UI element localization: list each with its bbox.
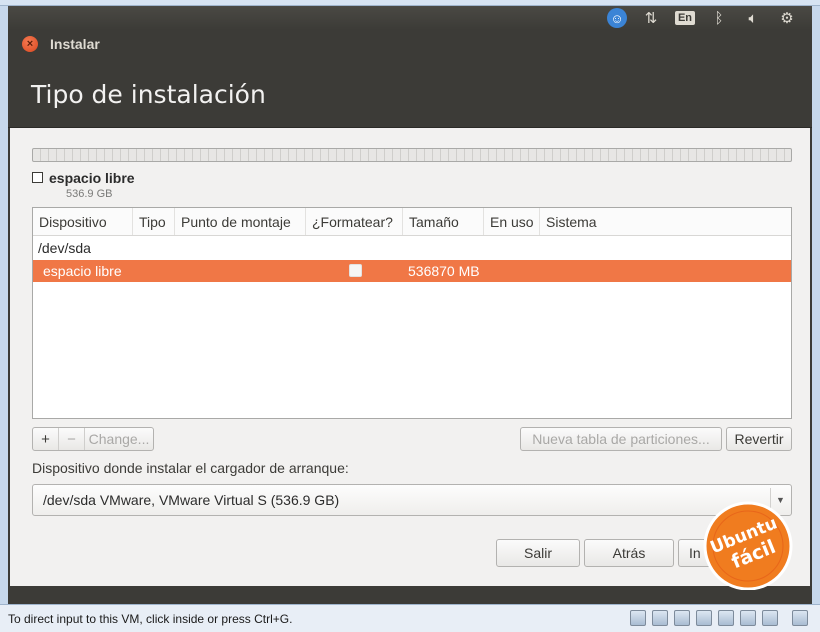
cell-size: 536870 MB [408, 263, 480, 279]
close-icon[interactable]: × [22, 36, 38, 52]
column-in-use[interactable]: En uso [484, 208, 540, 235]
legend-name: espacio libre [49, 170, 135, 186]
hard-disk-icon[interactable] [630, 610, 646, 626]
vm-frame: ☺ ⇅ En ᛒ 🔈︎ ⚙ × Instalar Tipo de instala… [0, 0, 820, 632]
ubuntu-top-panel: ☺ ⇅ En ᛒ 🔈︎ ⚙ [8, 6, 812, 30]
keyboard-layout-icon[interactable]: En [668, 6, 702, 30]
window-titlebar: × Instalar [8, 30, 812, 58]
window-bottom-band [8, 586, 812, 604]
keyboard-layout-label: En [674, 11, 696, 25]
sound-icon[interactable] [740, 610, 756, 626]
remove-partition-button[interactable]: − [59, 428, 85, 450]
table-row-device[interactable]: /dev/sda [33, 236, 791, 260]
cd-icon[interactable] [652, 610, 668, 626]
legend-size: 536.9 GB [66, 188, 113, 200]
table-header: Dispositivo Tipo Punto de montaje ¿Forma… [33, 208, 791, 236]
change-partition-button[interactable]: Change... [85, 428, 153, 450]
status-icons [630, 610, 808, 626]
bootloader-device-select[interactable]: /dev/sda VMware, VMware Virtual S (536.9… [32, 484, 792, 516]
quit-button[interactable]: Salir [496, 539, 580, 567]
printer-icon[interactable] [718, 610, 734, 626]
volume-icon[interactable]: 🔈︎ [736, 6, 770, 30]
column-size[interactable]: Tamaño [403, 208, 484, 235]
disk-usage-bar [32, 148, 792, 162]
column-system[interactable]: Sistema [540, 208, 790, 235]
partition-edit-buttons: + − Change... [32, 427, 154, 451]
disk-legend: espacio libre 536.9 GB [32, 170, 135, 200]
back-button[interactable]: Atrás [584, 539, 674, 567]
ubuntu-facil-logo: Ubuntu fácil [703, 501, 793, 590]
table-row-selected[interactable]: espacio libre 536870 MB [33, 260, 791, 282]
format-checkbox[interactable] [349, 264, 362, 277]
settings-icon[interactable]: ⚙ [770, 6, 804, 30]
page-header: Tipo de instalación [8, 58, 812, 128]
new-partition-table-button[interactable]: Nueva tabla de particiones... [520, 427, 722, 451]
usb-icon[interactable] [696, 610, 712, 626]
column-device[interactable]: Dispositivo [33, 208, 133, 235]
add-partition-button[interactable]: + [33, 428, 59, 450]
network-icon[interactable]: ⇅ [634, 6, 668, 30]
page-title: Tipo de instalación [31, 80, 266, 109]
vm-menu-icon[interactable] [792, 610, 808, 626]
partition-table[interactable]: Dispositivo Tipo Punto de montaje ¿Forma… [32, 207, 792, 419]
bootloader-selected-value: /dev/sda VMware, VMware Virtual S (536.9… [43, 492, 340, 508]
main-content: espacio libre 536.9 GB Dispositivo Tipo … [8, 128, 812, 588]
legend-swatch [32, 172, 43, 183]
column-format[interactable]: ¿Formatear? [306, 208, 403, 235]
bluetooth-icon[interactable]: ᛒ [702, 6, 736, 30]
status-text: To direct input to this VM, click inside… [8, 611, 293, 626]
cell-device: espacio libre [43, 263, 122, 279]
network-adapter-icon[interactable] [674, 610, 690, 626]
bootloader-label: Dispositivo donde instalar el cargador d… [32, 460, 349, 476]
window-title: Instalar [50, 36, 100, 52]
column-type[interactable]: Tipo [133, 208, 175, 235]
column-mount-point[interactable]: Punto de montaje [175, 208, 306, 235]
revert-button[interactable]: Revertir [726, 427, 792, 451]
accessibility-icon[interactable]: ☺ [600, 6, 634, 30]
vm-status-bar: To direct input to this VM, click inside… [0, 604, 820, 632]
display-icon[interactable] [762, 610, 778, 626]
